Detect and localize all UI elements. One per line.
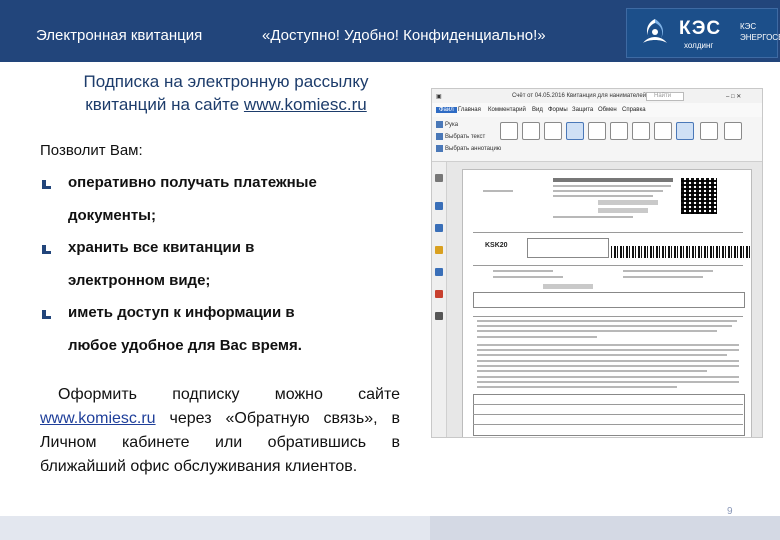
invoice-document: KSK20 [462,169,752,437]
qr-code [681,178,717,214]
header-slogan: «Доступно! Удобно! Конфиденциально!» [262,27,546,44]
menu-file[interactable]: Файл [436,107,457,113]
header-bar: Электронная квитанция «Доступно! Удобно!… [0,0,780,62]
logo-text: КЭС [679,18,722,39]
benefit-text: иметь доступ к информации в [68,304,295,321]
signature-icon[interactable] [435,312,443,320]
bookmark-icon[interactable] [435,174,443,182]
benefit-text: оперативно получать платежные [68,174,317,191]
ksk-label: KSK20 [485,242,508,249]
logo-sub-energo: ЭНЕРГОСБЫТ [740,33,780,42]
how-to-subscribe: Оформить подписку можно сайте www.komies… [40,383,400,479]
menu-bar: Файл Главная Комментарий Вид Формы Защит… [432,103,762,118]
bullet-icon [42,180,51,189]
select-annotation-tool[interactable]: Выбрать аннотацию [436,145,501,152]
logo-sub-name: КЭС [740,22,757,31]
select-text-tool[interactable]: Выбрать текст [436,133,485,140]
benefit-text-cont: любое удобное для Вас время. [68,337,302,354]
bullet-icon [42,310,51,319]
app-icon: ▣ [436,94,442,100]
barcode [611,246,751,258]
bullet-icon [42,245,51,254]
footer-band-right [430,516,780,540]
header-title: Электронная квитанция [36,27,203,44]
text-select-icon [436,133,443,140]
window-titlebar: ▣ Счёт от 04.05.2016 Квитанция для наним… [432,89,762,104]
insert-icon [724,122,742,140]
fill-icon [700,122,718,140]
hand-tool[interactable]: Рука [436,121,458,128]
how-to-text: Оформить подписку можно сайте [58,386,400,403]
layers-icon[interactable] [435,224,443,232]
lock-icon[interactable] [435,290,443,298]
menu-view[interactable]: Вид [532,107,543,113]
pages-icon[interactable] [435,202,443,210]
company-logo: КЭС холдинг КЭС ЭНЕРГОСБЫТ [626,8,780,58]
window-title: Счёт от 04.05.2016 Квитанция для нанимат… [512,93,652,99]
attachments-icon[interactable] [435,268,443,276]
menu-protect[interactable]: Защита [572,107,593,113]
logo-mark-icon [643,19,667,43]
benefit-text-cont: документы; [68,207,156,224]
tool-insert[interactable] [718,119,748,142]
site-link-heading[interactable]: www.komiesc.ru [244,95,367,114]
menu-help[interactable]: Справка [622,107,646,113]
site-link-body[interactable]: www.komiesc.ru [40,410,156,427]
reader-screenshot: ▣ Счёт от 04.05.2016 Квитанция для наним… [431,88,763,438]
menu-share[interactable]: Обмен [598,107,617,113]
annotation-icon [436,145,443,152]
hand-icon [436,121,443,128]
pen-icon [676,122,694,140]
side-panel [432,162,447,437]
menu-forms[interactable]: Формы [548,107,568,113]
footer-band [0,516,430,540]
comments-icon[interactable] [435,246,443,254]
search-placeholder: Найти [654,93,672,99]
benefit-text-cont: электронном виде; [68,272,211,289]
subscription-heading-line2: квитанций на сайте [85,95,240,114]
allows-label: Позволит Вам: [40,142,143,159]
subscription-heading-line1: Подписка на электронную рассылку [83,72,369,91]
benefit-text: хранить все квитанции в [68,239,255,256]
logo-holding: холдинг [684,41,714,50]
window-controls[interactable]: – □ ✕ [726,93,741,100]
menu-home[interactable]: Главная [458,107,481,113]
ribbon-toolbar: Рука Выбрать текст Выбрать аннотацию [432,117,762,162]
menu-comment[interactable]: Комментарий [488,107,526,113]
subscription-heading: Подписка на электронную рассылку квитанц… [40,70,412,116]
